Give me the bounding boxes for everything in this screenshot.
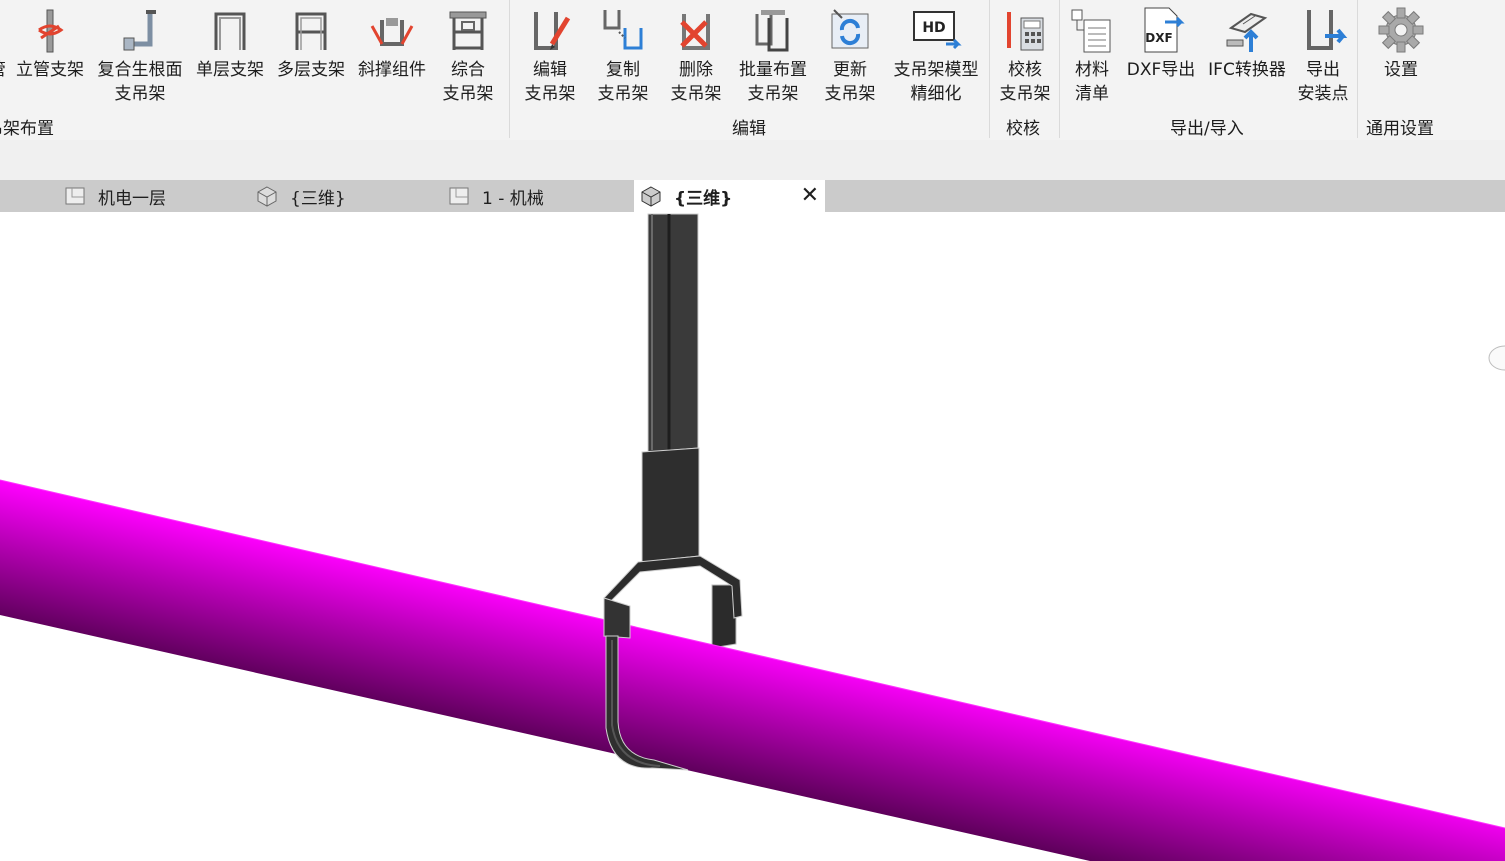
hd-refine-icon: HD (913, 11, 962, 50)
ifc-converter-icon (1226, 12, 1268, 52)
material-list-icon (1071, 9, 1111, 53)
edit-support-button[interactable]: 编辑 支吊架 (510, 4, 590, 106)
dxf-export-icon: DXF (1144, 7, 1185, 53)
integrated-support-icon (449, 11, 487, 50)
tab-mep-level-1[interactable]: 机电一层 (64, 180, 166, 212)
navigation-cube-partial[interactable] (1488, 345, 1505, 371)
settings-button[interactable]: 设置 (1361, 4, 1441, 82)
multi-layer-support-icon (295, 12, 327, 50)
update-support-button[interactable]: 更新 支吊架 (810, 4, 890, 106)
tool-label: 删除 支吊架 (670, 60, 722, 104)
tool-label: 复制 支吊架 (597, 60, 649, 104)
tool-label: IFC转换器 (1208, 60, 1286, 80)
vertical-pipe-support-button[interactable]: 立管支架 (10, 4, 90, 82)
copy-support-icon (603, 10, 643, 50)
tab-label: 1 - 机械 (482, 188, 544, 209)
rod-coupler (641, 447, 700, 563)
delete-support-icon (680, 14, 710, 50)
update-refresh-icon (831, 9, 869, 49)
group-label-general-settings: 通用设置 (1366, 119, 1434, 139)
tool-label: 编辑 支吊架 (524, 60, 576, 104)
tool-label: 更新 支吊架 (824, 60, 876, 104)
clamp-ear (603, 597, 631, 639)
support-model-refine-button[interactable]: HD 支吊架模型 精细化 (888, 4, 984, 106)
dxf-badge: DXF (1145, 31, 1172, 45)
diagonal-brace-icon (370, 18, 414, 46)
edit-support-icon (534, 12, 571, 50)
floor-plan-icon (449, 187, 469, 205)
single-layer-support-button[interactable]: 单层支架 (190, 4, 270, 82)
diagonal-brace-assembly-button[interactable]: 斜撑组件 (352, 4, 432, 82)
export-install-points-icon (1307, 10, 1348, 50)
tab-3d-view-active[interactable]: {三维} ✕ (634, 180, 825, 212)
tab-3d-view[interactable]: {三维} (256, 180, 346, 212)
integrated-support-button[interactable]: 综合 支吊架 (428, 4, 508, 106)
hanger-rod[interactable] (647, 213, 699, 453)
tool-label: 导出 安装点 (1297, 60, 1349, 104)
batch-layout-icon (755, 10, 789, 52)
view-tab-bar: 机电一层 {三维} 1 - 机械 {三维} ✕ (0, 180, 1505, 212)
tool-label: DXF导出 (1126, 60, 1196, 80)
tab-label: {三维} (290, 188, 346, 209)
pipe-partial-tool[interactable]: 管 (0, 4, 6, 82)
tool-label: 支吊架模型 精细化 (893, 60, 979, 104)
hd-badge: HD (922, 20, 945, 36)
3d-viewport[interactable] (0, 212, 1505, 861)
tool-label: 材料 清单 (1075, 60, 1109, 104)
tool-label: 管 (0, 58, 6, 82)
group-label-check: 校核 (1006, 119, 1040, 139)
tool-label: 立管支架 (16, 60, 84, 80)
delete-support-button[interactable]: 删除 支吊架 (656, 4, 736, 106)
close-icon[interactable]: ✕ (801, 184, 819, 208)
tool-label: 综合 支吊架 (442, 60, 494, 104)
tool-label: 批量布置 支吊架 (739, 60, 807, 104)
ribbon-toolbar: 管 立管支架 复合生根面 支吊架 单层支架 多层支架 (0, 0, 1505, 141)
tool-label: 设置 (1384, 60, 1418, 80)
3d-scene (0, 213, 1505, 861)
dxf-export-button[interactable]: DXF DXF导出 (1121, 4, 1201, 82)
options-bar (0, 140, 1505, 180)
tool-label: 多层支架 (277, 60, 345, 80)
group-divider (1357, 0, 1358, 138)
vertical-pipe-icon (38, 9, 64, 53)
3d-view-icon (257, 186, 277, 207)
composite-root-support-button[interactable]: 复合生根面 支吊架 (92, 4, 188, 106)
multi-layer-support-button[interactable]: 多层支架 (271, 4, 351, 82)
group-label-edit: 编辑 (732, 119, 766, 139)
material-list-button[interactable]: 材料 清单 (1052, 4, 1132, 106)
tab-label: 机电一层 (98, 188, 166, 209)
tool-label: 斜撑组件 (358, 60, 426, 80)
gear-icon (1378, 7, 1424, 53)
group-label-layout: 吊架布置 (0, 119, 54, 139)
tool-label: 复合生根面 支吊架 (97, 60, 183, 104)
composite-support-icon (123, 10, 156, 51)
copy-support-button[interactable]: 复制 支吊架 (583, 4, 663, 106)
check-calculator-icon (1007, 12, 1044, 51)
export-install-points-button[interactable]: 导出 安装点 (1283, 4, 1363, 106)
group-label-export-import: 导出/导入 (1170, 119, 1244, 139)
ifc-converter-button[interactable]: IFC转换器 (1205, 4, 1289, 82)
floor-plan-icon (65, 187, 85, 205)
tool-label: 单层支架 (196, 60, 264, 80)
single-layer-support-icon (214, 12, 246, 50)
pipe[interactable] (0, 480, 1505, 861)
3d-view-icon (641, 186, 661, 207)
tab-1-mechanical[interactable]: 1 - 机械 (448, 180, 544, 212)
tab-label: {三维} (674, 188, 733, 209)
batch-layout-support-button[interactable]: 批量布置 支吊架 (733, 4, 813, 106)
